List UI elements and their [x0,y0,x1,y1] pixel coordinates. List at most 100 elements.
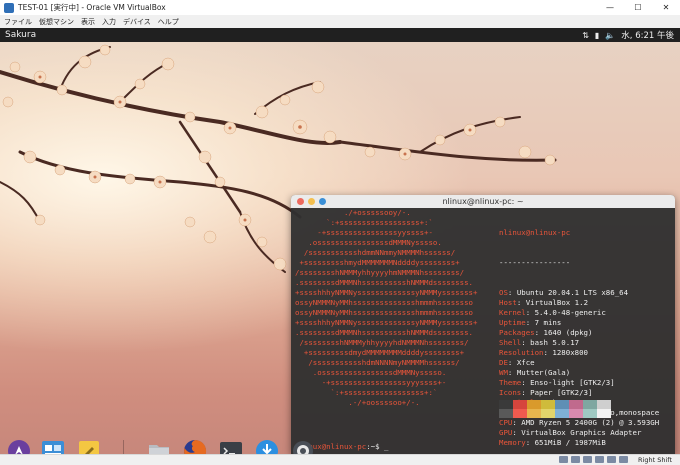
logo-line: /ssssssssssshdmNNNNmyNMMMMhssssss/ [295,358,460,367]
info-colon: : [521,388,531,397]
dock-downloads-icon[interactable] [254,438,280,454]
info-value: 1640 (dpkg) [543,328,593,337]
separator: ---------------- [499,258,571,267]
logo-line: ./+osssssooy/-. [295,208,411,217]
network-icon[interactable]: ⇅ [582,31,589,40]
close-button[interactable]: ✕ [652,0,680,15]
prompt-suffix: :~$ _ [366,442,389,451]
info-value: 1280x800 [552,348,589,357]
info-key: GPU [499,428,513,437]
audio-icon[interactable] [583,456,592,463]
terminal-minimize-button[interactable] [308,198,315,205]
logo-line: .ssssssssdMMMNhsssssssssshNMMMdssssssss. [295,278,473,287]
info-key: Resolution [499,348,544,357]
palette-swatch [597,400,611,409]
logo-line: -+sssssssssssssssssyyyssss+- [295,378,447,387]
logo-line: .ossssssssssssssssdMMMNysssso. [295,368,447,377]
info-colon: : [512,418,522,427]
info-value: Ubuntu 20.04.1 LTS x86_64 [516,288,629,297]
info-line: Theme: Enso-light [GTK2/3] [499,378,659,388]
info-key: Memory [499,438,526,447]
menu-file[interactable]: ファイル [4,17,32,27]
dock-firefox-icon[interactable] [182,438,208,454]
info-key: Kernel [499,308,526,317]
info-value: Xfce [516,358,535,367]
dock-launcher-icon[interactable] [6,438,32,454]
workspace-label[interactable]: Sakura [5,30,36,40]
info-line: Packages: 1640 (dpkg) [499,328,659,338]
minimize-button[interactable]: — [596,0,624,15]
info-colon: : [525,308,535,317]
logo-line: +ssssssssshmydMMMMMMMNddddyssssssss+ [295,258,460,267]
vbox-menubar: ファイル 仮想マシン 表示 入力 デバイス ヘルプ [0,15,680,29]
vbox-titlebar: TEST-01 [実行中] - Oracle VM VirtualBox — ☐… [0,0,680,16]
info-value: VirtualBox 1.2 [525,298,589,307]
info-value: bash 5.0.17 [530,338,580,347]
info-key: Uptime [499,318,526,327]
info-value: Enso-light [GTK2/3] [530,378,615,387]
palette-swatch [541,409,555,418]
info-line: CPU: AMD Ryzen 5 2400G (2) @ 3.593GH [499,418,659,428]
dock-files-icon[interactable] [146,438,172,454]
info-value: VirtualBox Graphics Adapter [521,428,642,437]
menu-view[interactable]: 表示 [81,17,95,27]
user-host: nlinux@nlinux-pc [499,228,571,237]
terminal-window[interactable]: nlinux@nlinux-pc: ~ ./+osssssooy/-. `:+s… [291,195,675,454]
dock-notes-icon[interactable] [76,438,102,454]
logo-line: ossyNMMMNyMMhsssssssssssssshmmmhssssssso [295,298,473,307]
logo-line: +sssshhhyNMMNysssssssssssssyNMMMysssssss… [295,288,478,297]
terminal-maximize-button[interactable] [319,198,326,205]
volume-icon[interactable]: 🔈 [605,31,615,40]
vbox-statusbar: Right Shift [0,454,680,465]
info-colon: : [534,328,544,337]
palette-swatch [555,409,569,418]
info-line: Icons: Paper [GTK2/3] [499,388,659,398]
info-key: OS [499,288,508,297]
info-colon: : [525,438,535,447]
battery-icon[interactable]: ▮ [595,31,599,40]
info-key: Packages [499,328,535,337]
window-controls: — ☐ ✕ [596,0,680,15]
logo-line: /sssssssshNMMMyhhyyyyhdNMMMNhssssssss/ [295,338,469,347]
dock-terminal-icon[interactable] [218,438,244,454]
palette-swatch [513,400,527,409]
window-title: TEST-01 [実行中] - Oracle VM VirtualBox [18,3,166,12]
menu-devices[interactable]: デバイス [123,17,151,27]
terminal-output[interactable]: ./+osssssooy/-. `:+ssssssssssssssssss+:`… [295,208,673,452]
palette-swatch [583,409,597,418]
logo-line: -+ssssssssssssssssyyssss+- [295,228,433,237]
menu-help[interactable]: ヘルプ [158,17,179,27]
terminal-close-button[interactable] [297,198,304,205]
clock[interactable]: 水, 6:21 午後 [621,29,674,41]
info-line: Shell: bash 5.0.17 [499,338,659,348]
info-key: Theme [499,378,522,387]
network-adapter-icon[interactable] [595,456,604,463]
palette-swatch [513,409,527,418]
menu-input[interactable]: 入力 [102,17,116,27]
hdd-icon[interactable] [559,456,568,463]
system-tray: ⇅ ▮ 🔈 水, 6:21 午後 [582,28,674,42]
mouse-integration-icon[interactable] [619,456,628,463]
info-key: Shell [499,338,522,347]
menu-machine[interactable]: 仮想マシン [39,17,74,27]
palette-swatch [583,400,597,409]
dock-window-manager-icon[interactable] [40,438,66,454]
info-line: Host: VirtualBox 1.2 [499,298,659,308]
virtualbox-icon [4,2,14,13]
info-line: Uptime: 7 mins [499,318,659,328]
palette-swatch [527,400,541,409]
logo-line: /ssssssssssshdmmNNmmyNMMMMhssssss/ [295,248,456,257]
terminal-titlebar[interactable]: nlinux@nlinux-pc: ~ [291,195,675,208]
usb-icon[interactable] [607,456,616,463]
info-colon: : [521,378,531,387]
optical-drive-icon[interactable] [571,456,580,463]
info-line: WM: Mutter(Gala) [499,368,659,378]
info-line: Kernel: 5.4.0-48-generic [499,308,659,318]
logo-line: .-/+oossssoo+/-. [295,398,420,407]
logo-line: +sssshhhyNMMNysssssssssssssyNMMMysssssss… [295,318,478,327]
palette-swatch [541,400,555,409]
palette-swatch [499,400,513,409]
maximize-button[interactable]: ☐ [624,0,652,15]
info-colon: : [507,288,517,297]
dock-settings-icon[interactable] [290,438,316,454]
